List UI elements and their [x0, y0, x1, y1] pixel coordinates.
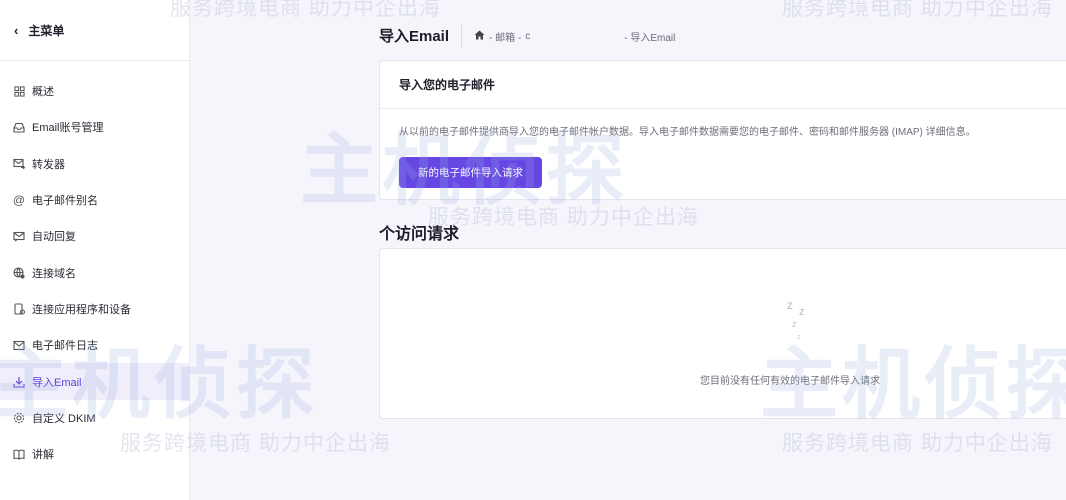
sidebar-item-email-accounts[interactable]: Email账号管理 [0, 109, 189, 145]
svg-text:z: z [792, 319, 797, 329]
breadcrumb-mid[interactable]: - 邮箱 - [489, 29, 521, 44]
sidebar-item-label: 电子邮件别名 [32, 195, 98, 208]
sidebar-item-label: Email账号管理 [32, 122, 104, 135]
gear-icon [13, 412, 25, 424]
forward-mail-icon [13, 158, 25, 170]
import-card-title: 导入您的电子邮件 [380, 61, 1066, 109]
sidebar-item-label: 连接应用程序和设备 [32, 303, 131, 316]
sidebar-item-label: 讲解 [32, 449, 54, 462]
requests-card: z z z z 您目前没有任何有效的电子邮件导入请求 [379, 248, 1066, 419]
sidebar-item-email-logs[interactable]: 电子邮件日志 [0, 327, 189, 363]
chevron-left-icon: ‹ [14, 22, 19, 38]
breadcrumb-current: - 导入Email [624, 32, 676, 44]
sidebar-item-label: 导入Email [32, 376, 82, 389]
sidebar-item-label: 电子邮件日志 [32, 340, 98, 353]
redacted-domain [534, 31, 620, 41]
sidebar-item-custom-dkim[interactable]: 自定义 DKIM [0, 400, 189, 436]
empty-state-text: 您目前没有任何有效的电子邮件导入请求 [700, 376, 880, 387]
sidebar-item-label: 概述 [32, 86, 54, 99]
page-header: 导入Email - 邮箱 - c - 导入Email [379, 22, 675, 50]
requests-section-title: 个访问请求 [379, 226, 460, 243]
main-menu-label: 主菜单 [28, 23, 65, 38]
at-icon: @ [12, 193, 26, 208]
globe-link-icon [13, 267, 25, 279]
sidebar-item-tutorial[interactable]: 讲解 [0, 436, 189, 472]
breadcrumb: - 邮箱 - c - 导入Email [462, 29, 675, 44]
sidebar-nav: 概述 Email账号管理 转发器 @ 电子邮件别名 自动回复 连接域名 连接应用… [0, 61, 189, 472]
home-icon[interactable] [474, 30, 485, 43]
sidebar-item-overview[interactable]: 概述 [0, 73, 189, 109]
sidebar: ‹ 主菜单 概述 Email账号管理 转发器 @ 电子邮件别名 自动回复 连接域… [0, 0, 190, 500]
auto-reply-icon [13, 230, 25, 242]
sidebar-item-label: 连接域名 [32, 267, 76, 280]
download-icon [13, 376, 25, 388]
sleep-zzz-icon: z z z z [787, 298, 805, 341]
device-icon [13, 303, 25, 315]
mail-log-icon [13, 339, 25, 351]
main-content: 导入Email - 邮箱 - c - 导入Email 导入您的电子邮件 从以前的… [190, 0, 1066, 500]
page-title: 导入Email [379, 24, 463, 48]
grid-icon [13, 85, 25, 97]
new-import-request-button[interactable]: 新的电子邮件导入请求 [399, 157, 542, 188]
sidebar-item-auto-reply[interactable]: 自动回复 [0, 218, 189, 254]
main-menu-back-button[interactable]: ‹ 主菜单 [0, 0, 189, 61]
sidebar-item-connect-apps[interactable]: 连接应用程序和设备 [0, 291, 189, 327]
svg-text:z: z [787, 298, 793, 312]
breadcrumb-domain[interactable]: c [525, 31, 530, 42]
inbox-icon [13, 121, 25, 133]
sidebar-item-forwarders[interactable]: 转发器 [0, 146, 189, 182]
sidebar-item-connect-domain[interactable]: 连接域名 [0, 254, 189, 290]
import-card-description: 从以前的电子邮件提供商导入您的电子邮件帐户数据。导入电子邮件数据需要您的电子邮件… [399, 127, 976, 138]
sidebar-item-label: 自动回复 [32, 231, 76, 244]
sidebar-item-label: 自定义 DKIM [32, 412, 96, 425]
sidebar-item-import-email[interactable]: 导入Email [0, 363, 189, 400]
sidebar-item-label: 转发器 [32, 158, 65, 171]
sidebar-item-aliases[interactable]: @ 电子邮件别名 [0, 182, 189, 218]
import-card: 导入您的电子邮件 从以前的电子邮件提供商导入您的电子邮件帐户数据。导入电子邮件数… [379, 60, 1066, 200]
svg-text:z: z [799, 306, 805, 318]
svg-text:z: z [797, 334, 801, 341]
book-icon [13, 448, 25, 460]
